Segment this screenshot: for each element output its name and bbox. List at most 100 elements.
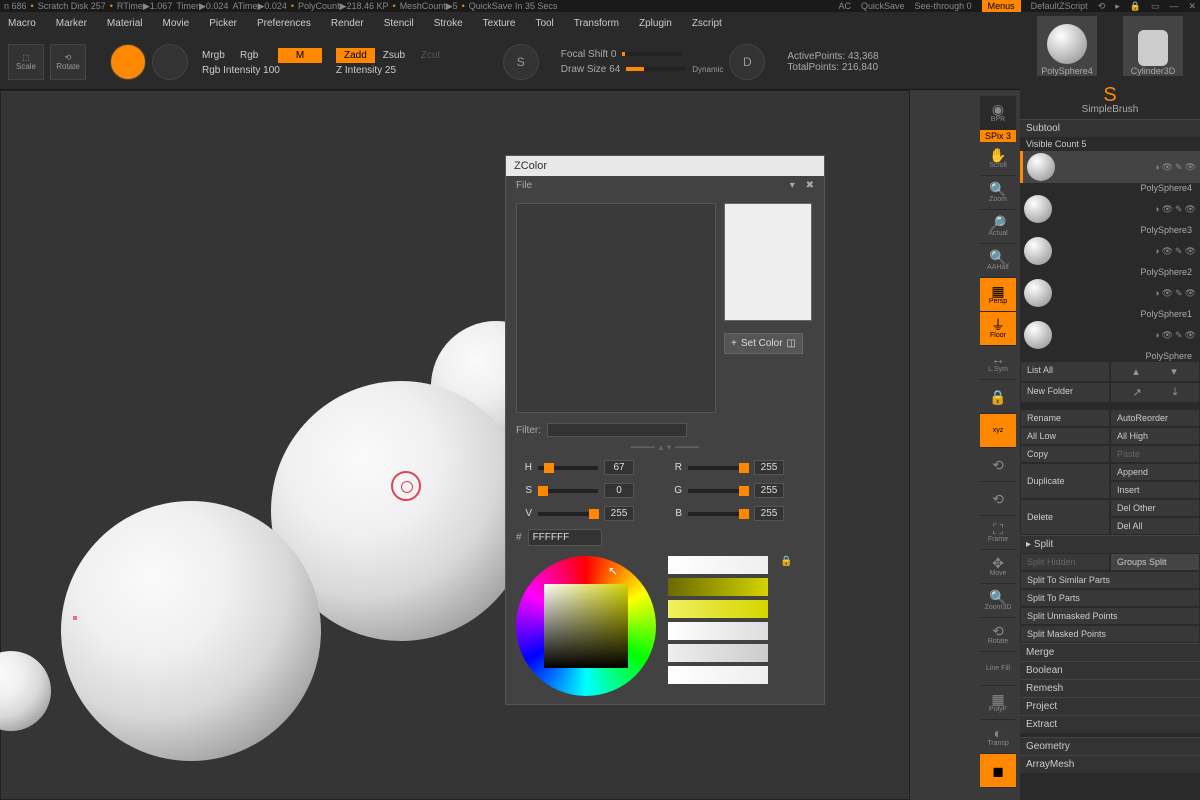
subtool-item[interactable]: ◑👁✎👁 <box>1020 151 1200 183</box>
del-all-button[interactable]: Del All <box>1110 517 1200 535</box>
duplicate-button[interactable]: Duplicate <box>1020 463 1110 499</box>
subtool-item[interactable]: ◑👁✎👁 <box>1020 277 1200 309</box>
lsym-button[interactable]: ↔L.Sym <box>980 346 1016 380</box>
minimize-icon[interactable]: — <box>1169 1 1178 11</box>
split-similar-button[interactable]: Split To Similar Parts <box>1020 571 1200 589</box>
menu-macro[interactable]: Macro <box>8 18 36 29</box>
hex-input[interactable]: FFFFFF <box>528 529 602 546</box>
insert-button[interactable]: Insert <box>1110 481 1200 499</box>
window-icon[interactable]: ▭ <box>1151 1 1160 12</box>
subtool-header[interactable]: Subtool <box>1020 119 1200 137</box>
rotate3d-button[interactable]: ⟲Rotate <box>980 618 1016 652</box>
zcolor-title[interactable]: ZColor <box>506 156 824 176</box>
simple-brush-button[interactable]: ЅSimpleBrush <box>1070 84 1150 115</box>
red-value[interactable]: 255 <box>754 460 784 475</box>
zoom3d-button[interactable]: 🔍Zoom3D <box>980 584 1016 618</box>
split-parts-button[interactable]: Split To Parts <box>1020 589 1200 607</box>
move-button[interactable]: ✥Move <box>980 550 1016 584</box>
split-header[interactable]: ▸ Split <box>1020 535 1200 553</box>
aahalf-button[interactable]: 🔍AAHalf <box>980 244 1016 278</box>
menu-stencil[interactable]: Stencil <box>384 18 414 29</box>
filter-input[interactable] <box>547 423 687 437</box>
tool-thumb-cylinder3d[interactable]: Cylinder3D <box>1123 16 1183 76</box>
menu-preferences[interactable]: Preferences <box>257 18 311 29</box>
zsub-button[interactable]: Zsub <box>383 50 413 61</box>
menu-material[interactable]: Material <box>107 18 143 29</box>
rotate-button[interactable]: ⟲Rotate <box>50 44 86 80</box>
color-palette-area[interactable] <box>516 203 716 413</box>
z-button[interactable]: ⟲ <box>980 482 1016 516</box>
collapse-icon[interactable]: ⟲ <box>1098 1 1106 12</box>
remesh-header[interactable]: Remesh <box>1020 679 1200 697</box>
polyf-button[interactable]: ▦PolyF <box>980 686 1016 720</box>
set-color-button[interactable]: +Set Color◫ <box>724 333 803 354</box>
split-hidden-button[interactable]: Split Hidden <box>1020 553 1110 571</box>
zoom-button[interactable]: 🔍Zoom <box>980 176 1016 210</box>
zcolor-file-menu[interactable]: File <box>516 180 532 191</box>
menu-movie[interactable]: Movie <box>163 18 190 29</box>
lock-icon[interactable]: 🔒 <box>780 556 792 567</box>
transp-button[interactable]: ◐Transp <box>980 720 1016 754</box>
actual-button[interactable]: 🔎Actual <box>980 210 1016 244</box>
blue-value[interactable]: 255 <box>754 506 784 521</box>
new-folder-button[interactable]: New Folder <box>1020 382 1110 403</box>
current-color-swatch[interactable] <box>724 203 812 321</box>
spix-value[interactable]: SPix 3 <box>980 130 1016 142</box>
d-curve-button[interactable]: D <box>729 44 765 80</box>
menu-zplugin[interactable]: Zplugin <box>639 18 672 29</box>
scroll-button[interactable]: ✋Scroll <box>980 142 1016 176</box>
menu-transform[interactable]: Transform <box>574 18 619 29</box>
minimize-icon[interactable]: ▾ <box>790 180 795 191</box>
split-unmasked-button[interactable]: Split Unmasked Points <box>1020 607 1200 625</box>
close-icon[interactable]: ✖ <box>806 180 814 191</box>
merge-header[interactable]: Merge <box>1020 643 1200 661</box>
rgb-button[interactable]: Rgb <box>240 50 270 61</box>
green-value[interactable]: 255 <box>754 483 784 498</box>
lock-icon[interactable]: 🔒 <box>1130 1 1141 12</box>
mesh-sphere[interactable] <box>61 501 321 761</box>
alpha-sphere[interactable] <box>152 44 188 80</box>
z-intensity-slider[interactable]: Z Intensity 25 <box>336 65 451 76</box>
extract-header[interactable]: Extract <box>1020 715 1200 733</box>
zcut-button[interactable]: Zcut <box>421 50 451 61</box>
seethrough-slider[interactable]: See-through 0 <box>915 1 972 11</box>
mrgb-button[interactable]: Mrgb <box>202 50 232 61</box>
delete-button[interactable]: Delete <box>1020 499 1110 535</box>
floor-button[interactable]: ⏚Floor <box>980 312 1016 346</box>
arrow-icon[interactable]: ▸ <box>1115 1 1120 12</box>
hue-slider[interactable] <box>538 466 598 470</box>
project-header[interactable]: Project <box>1020 697 1200 715</box>
color-square[interactable] <box>544 584 628 668</box>
m-button[interactable]: M <box>278 48 322 63</box>
s-curve-button[interactable]: S <box>503 44 539 80</box>
persp-button[interactable]: ▦Persp <box>980 278 1016 312</box>
default-zscript[interactable]: DefaultZScript <box>1031 1 1088 11</box>
menu-texture[interactable]: Texture <box>483 18 516 29</box>
solo-button[interactable]: ◼ <box>980 754 1016 788</box>
scale-button[interactable]: ⬚Scale <box>8 44 44 80</box>
y-button[interactable]: ⟲ <box>980 448 1016 482</box>
swatch-rows[interactable] <box>668 556 768 684</box>
blue-slider[interactable] <box>688 512 748 516</box>
quicksave-button[interactable]: QuickSave <box>861 1 905 11</box>
arrow-buttons[interactable]: ▴▾ <box>1110 361 1200 382</box>
geometry-header[interactable]: Geometry <box>1020 737 1200 755</box>
menu-stroke[interactable]: Stroke <box>434 18 463 29</box>
all-high-button[interactable]: All High <box>1110 427 1200 445</box>
del-other-button[interactable]: Del Other <box>1110 499 1200 517</box>
subtool-item[interactable]: ◑👁✎👁 <box>1020 319 1200 351</box>
material-sphere[interactable] <box>110 44 146 80</box>
subtool-item[interactable]: ◑👁✎👁 <box>1020 235 1200 267</box>
split-masked-button[interactable]: Split Masked Points <box>1020 625 1200 643</box>
color-wheel[interactable]: ↖ <box>516 556 656 696</box>
zadd-button[interactable]: Zadd <box>336 48 375 63</box>
all-low-button[interactable]: All Low <box>1020 427 1110 445</box>
boolean-header[interactable]: Boolean <box>1020 661 1200 679</box>
draw-size-slider[interactable]: Draw Size 64 <box>561 64 620 75</box>
frame-button[interactable]: ⛶Frame <box>980 516 1016 550</box>
groups-split-button[interactable]: Groups Split <box>1110 553 1200 571</box>
sat-slider[interactable] <box>538 489 598 493</box>
menu-picker[interactable]: Picker <box>209 18 237 29</box>
copy-button[interactable]: Copy <box>1020 445 1110 463</box>
mesh-sphere[interactable] <box>0 651 51 731</box>
